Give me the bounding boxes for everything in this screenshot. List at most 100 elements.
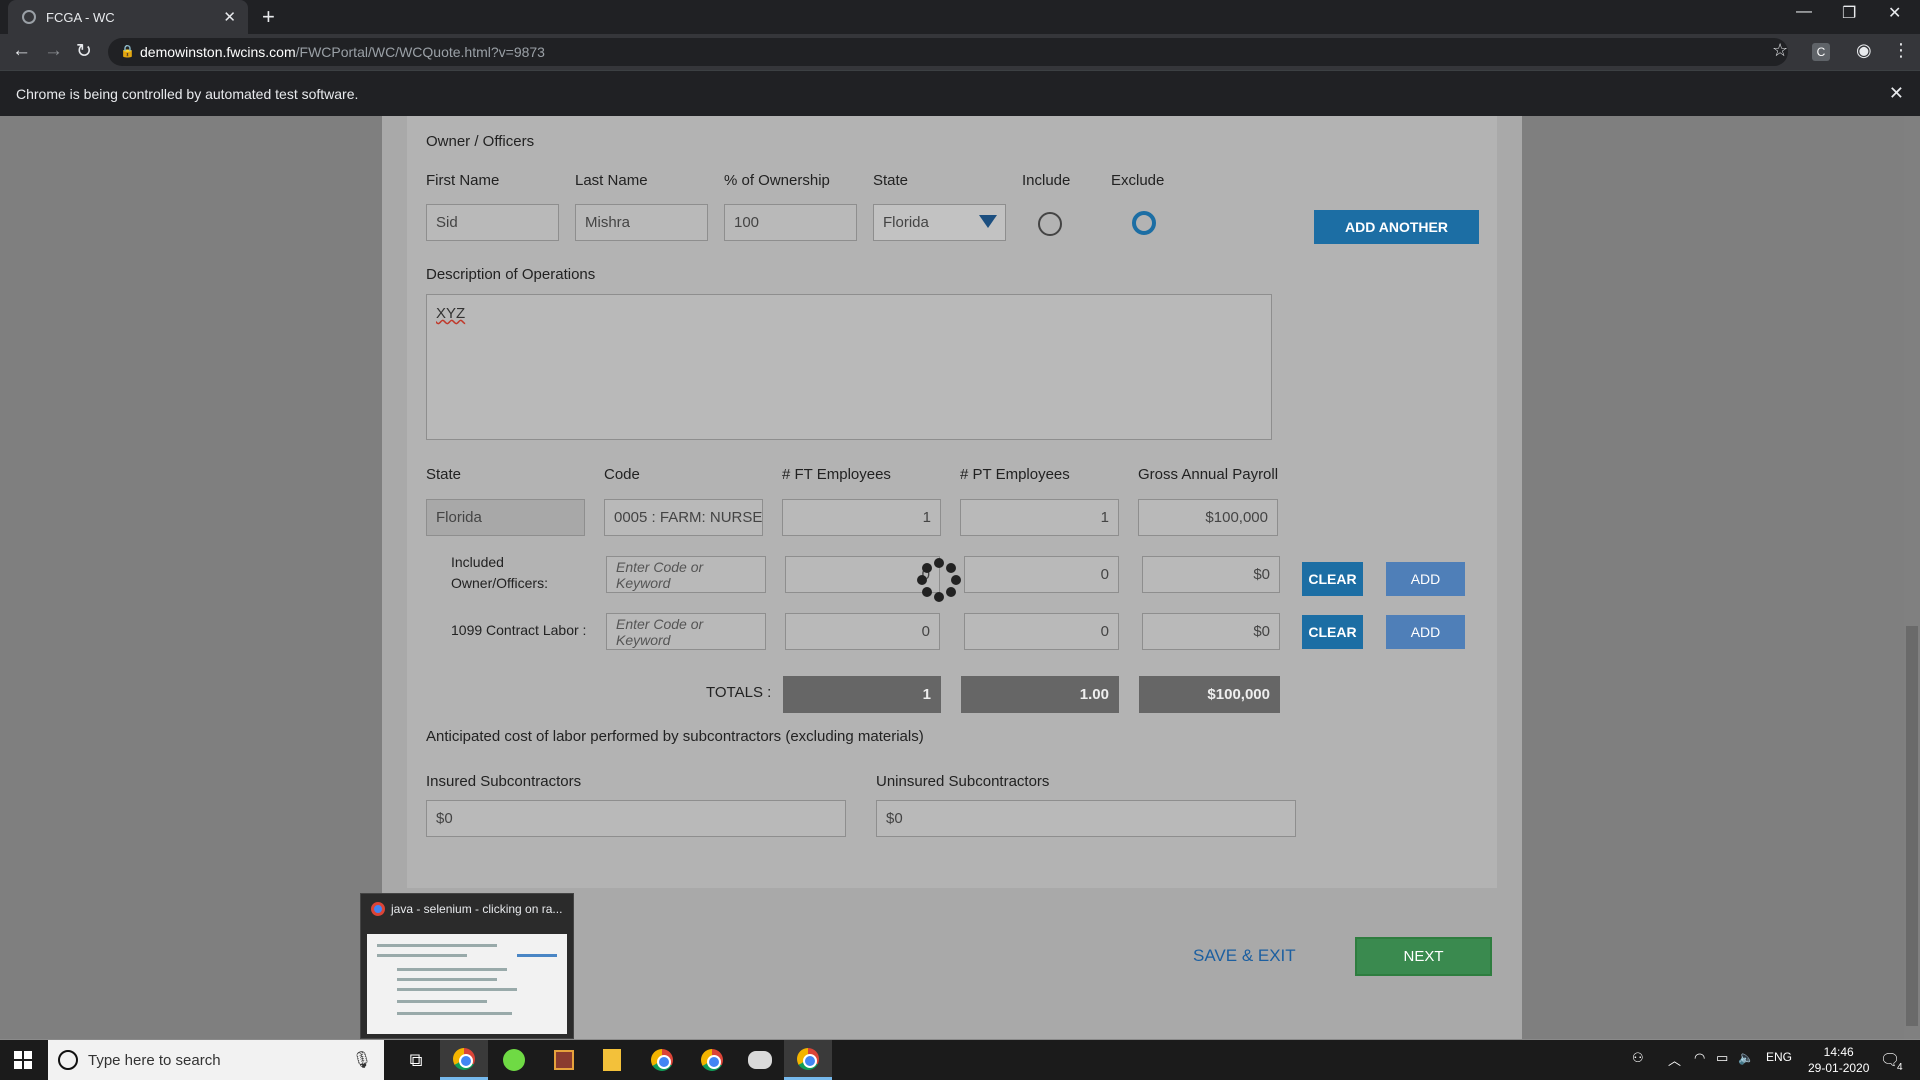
included-owners-label-line1: Included <box>451 554 504 570</box>
windows-start-icon[interactable] <box>14 1051 32 1069</box>
extension-icon[interactable]: C <box>1812 43 1830 61</box>
taskbar-app-icon[interactable] <box>540 1040 588 1080</box>
included-add-button[interactable]: ADD <box>1386 562 1465 596</box>
people-icon[interactable]: ⚇ <box>1632 1050 1644 1066</box>
contract-add-button[interactable]: ADD <box>1386 615 1465 649</box>
last-name-label: Last Name <box>575 172 648 189</box>
contract-clear-button[interactable]: CLEAR <box>1302 615 1363 649</box>
minimize-icon[interactable]: — <box>1796 3 1812 21</box>
loading-spinner-icon <box>917 558 961 602</box>
insured-sub-label: Insured Subcontractors <box>426 773 582 790</box>
included-clear-button[interactable]: CLEAR <box>1302 562 1363 596</box>
contract-pt-input[interactable]: 0 <box>964 613 1119 650</box>
new-tab-icon[interactable]: + <box>262 4 275 30</box>
taskbar-app-icon-2[interactable] <box>736 1040 784 1080</box>
pt-employees-input[interactable]: 1 <box>960 499 1119 536</box>
insured-sub-input[interactable]: $0 <box>426 800 846 837</box>
chevron-up-icon[interactable]: ︿ <box>1668 1050 1681 1069</box>
chevron-down-icon <box>979 215 997 228</box>
contract-labor-label: 1099 Contract Labor : <box>451 622 587 638</box>
contract-code-input[interactable]: Enter Code or Keyword <box>606 613 766 650</box>
scrollbar-thumb[interactable] <box>1906 626 1918 1026</box>
include-label: Include <box>1022 172 1071 189</box>
browser-tab-bar: FCGA - WC ✕ + — ❐ ✕ <box>0 0 1920 34</box>
owner-state-value: Florida <box>883 214 929 231</box>
volume-icon[interactable]: 🔈 <box>1738 1050 1754 1066</box>
automation-infobar: Chrome is being controlled by automated … <box>0 70 1920 116</box>
operations-textarea[interactable]: XYZ <box>426 294 1272 440</box>
class-code-field[interactable]: 0005 : FARM: NURSE <box>604 499 763 536</box>
include-radio[interactable] <box>1038 212 1062 236</box>
windows-taskbar: Type here to search 🎙 ⧉ ⚇ ︿ ◠ ▭ 🔈 ENG 14… <box>0 1040 1920 1080</box>
ownership-input[interactable]: 100 <box>724 204 857 241</box>
task-view-icon[interactable]: ⧉ <box>392 1040 440 1080</box>
battery-icon[interactable]: ▭ <box>1716 1050 1728 1066</box>
url-path: /FWCPortal/WC/WCQuote.html?v=9873 <box>295 44 545 60</box>
owner-state-select[interactable]: Florida <box>873 204 1006 241</box>
back-icon[interactable]: ← <box>12 40 31 62</box>
operations-label: Description of Operations <box>426 266 596 283</box>
owners-section-title: Owner / Officers <box>426 133 535 150</box>
taskbar-chrome-4[interactable] <box>784 1040 832 1080</box>
url-bar[interactable]: 🔒 demowinston.fwcins.com/FWCPortal/WC/WC… <box>108 38 1788 66</box>
class-state-header: State <box>426 466 462 483</box>
uninsured-sub-label: Uninsured Subcontractors <box>876 773 1050 790</box>
tab-title: FCGA - WC <box>46 9 115 25</box>
network-icon[interactable]: ◠ <box>1694 1050 1705 1066</box>
taskbar-preview-popup[interactable]: java - selenium - clicking on ra... <box>360 893 574 1039</box>
ft-employees-input[interactable]: 1 <box>782 499 941 536</box>
browser-tab[interactable]: FCGA - WC ✕ <box>8 0 248 34</box>
uninsured-sub-input[interactable]: $0 <box>876 800 1296 837</box>
lock-icon: 🔒 <box>120 44 135 58</box>
cortana-icon <box>58 1050 78 1070</box>
taskbar-chrome-active[interactable] <box>440 1040 488 1080</box>
bookmark-star-icon[interactable]: ☆ <box>1772 40 1788 61</box>
included-owners-label-line2: Owner/Officers: <box>451 575 548 591</box>
notification-count: 4 <box>1897 1062 1903 1073</box>
language-indicator[interactable]: ENG <box>1766 1050 1792 1064</box>
infobar-text: Chrome is being controlled by automated … <box>16 85 359 102</box>
first-name-input[interactable]: Sid <box>426 204 559 241</box>
clock-time: 14:46 <box>1823 1045 1854 1059</box>
taskbar-chrome-2[interactable] <box>638 1040 686 1080</box>
save-exit-link[interactable]: SAVE & EXIT <box>1193 946 1296 966</box>
microphone-icon[interactable]: 🎙 <box>352 1050 372 1070</box>
menu-kebab-icon[interactable]: ⋮ <box>1892 40 1910 61</box>
close-window-icon[interactable]: ✕ <box>1888 3 1901 23</box>
ownership-label: % of Ownership <box>724 172 830 189</box>
last-name-input[interactable]: Mishra <box>575 204 708 241</box>
total-pt-field: 1.00 <box>961 676 1119 713</box>
page-scrollbar[interactable] <box>1904 116 1920 1039</box>
add-another-button[interactable]: ADD ANOTHER <box>1314 210 1479 244</box>
taskbar-clock[interactable]: 14:46 29-01-2020 <box>1808 1044 1869 1076</box>
included-payroll-input[interactable]: $0 <box>1142 556 1280 593</box>
address-toolbar: ← → ↻ 🔒 demowinston.fwcins.com/FWCPortal… <box>0 34 1920 70</box>
payroll-input[interactable]: $100,000 <box>1138 499 1278 536</box>
contract-ft-input[interactable]: 0 <box>785 613 940 650</box>
first-name-label: First Name <box>426 172 500 189</box>
clock-date: 29-01-2020 <box>1808 1061 1870 1075</box>
contract-payroll-input[interactable]: $0 <box>1142 613 1280 650</box>
chrome-icon <box>453 1047 475 1070</box>
taskbar-upwork-icon[interactable] <box>490 1040 538 1080</box>
total-ft-field: 1 <box>783 676 941 713</box>
reload-icon[interactable]: ↻ <box>76 40 92 63</box>
operations-value: XYZ <box>436 305 466 322</box>
url-host: demowinston.fwcins.com <box>140 44 296 60</box>
taskbar-chrome-3[interactable] <box>688 1040 736 1080</box>
next-button[interactable]: NEXT <box>1355 937 1492 976</box>
account-icon[interactable]: ◉ <box>1856 40 1872 61</box>
forward-icon[interactable]: → <box>44 40 63 62</box>
close-tab-icon[interactable]: ✕ <box>223 8 236 26</box>
file-explorer-icon[interactable] <box>588 1040 636 1080</box>
class-state-field: Florida <box>426 499 585 536</box>
taskbar-search[interactable]: Type here to search 🎙 <box>48 1040 384 1080</box>
preview-thumbnail[interactable] <box>367 934 567 1034</box>
globe-icon <box>22 10 36 24</box>
included-pt-input[interactable]: 0 <box>964 556 1119 593</box>
close-infobar-icon[interactable]: ✕ <box>1889 83 1904 104</box>
restore-icon[interactable]: ❐ <box>1842 3 1856 23</box>
taskbar-search-placeholder: Type here to search <box>88 1051 221 1069</box>
exclude-radio[interactable] <box>1132 211 1156 235</box>
included-code-input[interactable]: Enter Code or Keyword <box>606 556 766 593</box>
